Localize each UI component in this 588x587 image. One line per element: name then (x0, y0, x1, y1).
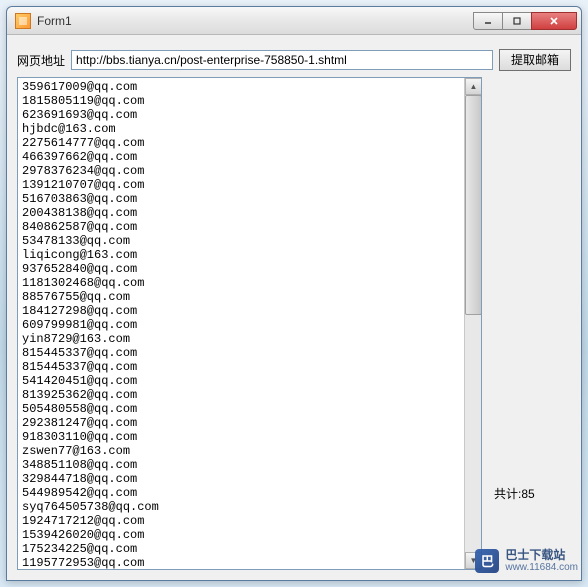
extract-emails-button[interactable]: 提取邮箱 (499, 49, 571, 71)
window-controls (474, 12, 577, 30)
email-listbox[interactable]: 359617009@qq.com 1815805119@qq.com 62369… (17, 77, 482, 570)
watermark-url: www.11684.com (505, 562, 578, 573)
scroll-up-button[interactable]: ▲ (465, 78, 482, 95)
side-panel: 共计:85 (490, 77, 571, 570)
watermark: 巴 巴士下载站 www.11684.com (475, 549, 578, 573)
titlebar[interactable]: Form1 (7, 7, 581, 35)
vertical-scrollbar[interactable]: ▲ ▼ (464, 78, 481, 569)
minimize-button[interactable] (473, 12, 503, 30)
maximize-button[interactable] (502, 12, 532, 30)
main-panel: 359617009@qq.com 1815805119@qq.com 62369… (17, 77, 571, 570)
scroll-thumb[interactable] (465, 95, 482, 315)
app-icon (15, 13, 31, 29)
url-row: 网页地址 提取邮箱 (17, 49, 571, 71)
close-button[interactable] (531, 12, 577, 30)
minimize-icon (483, 16, 493, 26)
client-area: 网页地址 提取邮箱 359617009@qq.com 1815805119@qq… (7, 35, 581, 580)
maximize-icon (512, 16, 522, 26)
watermark-logo-icon: 巴 (475, 549, 499, 573)
total-value: 85 (521, 487, 534, 501)
watermark-cn: 巴士下载站 (505, 549, 578, 562)
url-label: 网页地址 (17, 52, 65, 69)
watermark-text: 巴士下载站 www.11684.com (505, 549, 578, 573)
url-input[interactable] (71, 50, 493, 70)
total-count-label: 共计:85 (494, 485, 535, 502)
close-icon (548, 15, 560, 27)
window-title: Form1 (37, 14, 474, 28)
email-list-content: 359617009@qq.com 1815805119@qq.com 62369… (18, 78, 464, 569)
total-prefix: 共计: (494, 487, 521, 501)
app-window: Form1 网页地址 提取邮箱 359617009@qq.com 1815805… (6, 6, 582, 581)
chevron-up-icon: ▲ (470, 82, 478, 91)
